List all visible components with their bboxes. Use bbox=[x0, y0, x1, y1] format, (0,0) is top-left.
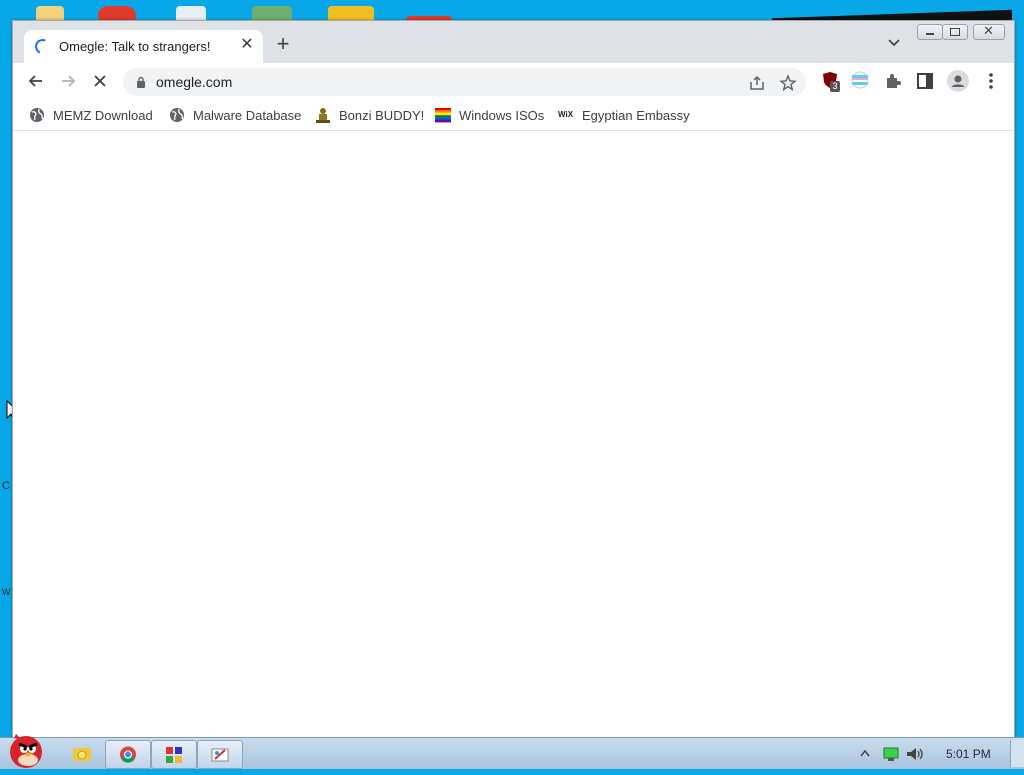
star-icon[interactable] bbox=[779, 74, 797, 92]
start-button[interactable] bbox=[2, 730, 48, 770]
show-desktop-button[interactable] bbox=[1010, 740, 1024, 767]
globe-icon bbox=[170, 108, 184, 122]
forward-arrow-icon[interactable] bbox=[58, 71, 78, 91]
flag-extension-icon[interactable] bbox=[851, 71, 871, 91]
volume-icon[interactable] bbox=[905, 745, 925, 763]
chrome-icon bbox=[120, 746, 136, 763]
stop-loading-icon[interactable] bbox=[90, 71, 110, 91]
taskbar-chrome[interactable] bbox=[105, 740, 151, 769]
app-grid-icon bbox=[166, 747, 182, 763]
bookmark-label: MEMZ Download bbox=[53, 107, 153, 123]
bookmark-windows-isos[interactable]: Windows ISOs bbox=[435, 106, 544, 124]
paint-icon bbox=[211, 748, 229, 762]
address-bar[interactable]: omegle.com bbox=[123, 68, 806, 96]
bonzi-icon bbox=[316, 108, 330, 123]
desktop-edge-text: C bbox=[2, 480, 10, 492]
taskbar: 5:01 PM bbox=[0, 734, 1024, 769]
bookmark-label: Egyptian Embassy bbox=[582, 107, 690, 123]
minimize-button[interactable] bbox=[917, 24, 943, 40]
close-icon[interactable]: ✕ bbox=[238, 36, 256, 54]
chevron-down-icon[interactable] bbox=[887, 36, 901, 50]
browser-window: Omegle: Talk to strangers! ✕ + ✕ omegle.… bbox=[12, 20, 1015, 738]
bookmark-bonzi-buddy[interactable]: Bonzi BUDDY! bbox=[315, 106, 424, 124]
loading-spinner-icon bbox=[32, 36, 53, 57]
taskbar-app[interactable] bbox=[151, 740, 197, 769]
side-panel-icon[interactable] bbox=[915, 71, 935, 91]
bookmark-label: Malware Database bbox=[193, 107, 302, 123]
clock[interactable]: 5:01 PM bbox=[946, 747, 991, 761]
lock-icon[interactable] bbox=[135, 76, 147, 88]
maximize-button[interactable] bbox=[942, 24, 968, 40]
angry-bird-icon bbox=[10, 734, 42, 768]
bookmark-memz-download[interactable]: MEMZ Download bbox=[29, 106, 153, 124]
desktop-edge-text: W bbox=[2, 587, 11, 597]
tray-expand-icon[interactable] bbox=[860, 749, 870, 757]
wix-icon: WiX bbox=[558, 110, 574, 119]
tab-omegle[interactable]: Omegle: Talk to strangers! ✕ bbox=[24, 30, 263, 63]
tab-title: Omegle: Talk to strangers! bbox=[59, 39, 211, 54]
bookmark-malware-database[interactable]: Malware Database bbox=[169, 106, 301, 124]
ublock-extension-icon[interactable]: 3 bbox=[821, 71, 841, 92]
url-text: omegle.com bbox=[156, 74, 233, 90]
menu-kebab-icon[interactable] bbox=[981, 71, 1001, 91]
extension-badge: 3 bbox=[830, 81, 840, 92]
bookmark-label: Windows ISOs bbox=[459, 107, 545, 123]
folder-icon bbox=[73, 748, 91, 761]
taskbar-explorer[interactable] bbox=[60, 740, 104, 767]
bookmarks-bar: MEMZ Download Malware Database Bonzi BUD… bbox=[13, 99, 1014, 131]
puzzle-extensions-icon[interactable] bbox=[883, 71, 903, 91]
browser-toolbar: omegle.com 3 bbox=[13, 63, 1014, 99]
page-content bbox=[13, 131, 1014, 737]
bookmark-label: Bonzi BUDDY! bbox=[339, 107, 425, 123]
network-icon[interactable] bbox=[882, 746, 900, 762]
globe-icon bbox=[30, 108, 44, 122]
taskbar-app[interactable] bbox=[197, 740, 243, 769]
plus-icon[interactable]: + bbox=[273, 33, 293, 55]
profile-avatar-icon[interactable] bbox=[947, 70, 969, 92]
rainbow-flag-icon bbox=[435, 108, 451, 123]
back-arrow-icon[interactable] bbox=[26, 71, 46, 91]
share-icon[interactable] bbox=[748, 74, 766, 92]
tab-strip: Omegle: Talk to strangers! ✕ + ✕ bbox=[13, 21, 1014, 63]
window-close-button[interactable]: ✕ bbox=[973, 23, 1005, 40]
bookmark-egyptian-embassy[interactable]: WiX Egyptian Embassy bbox=[558, 106, 690, 124]
